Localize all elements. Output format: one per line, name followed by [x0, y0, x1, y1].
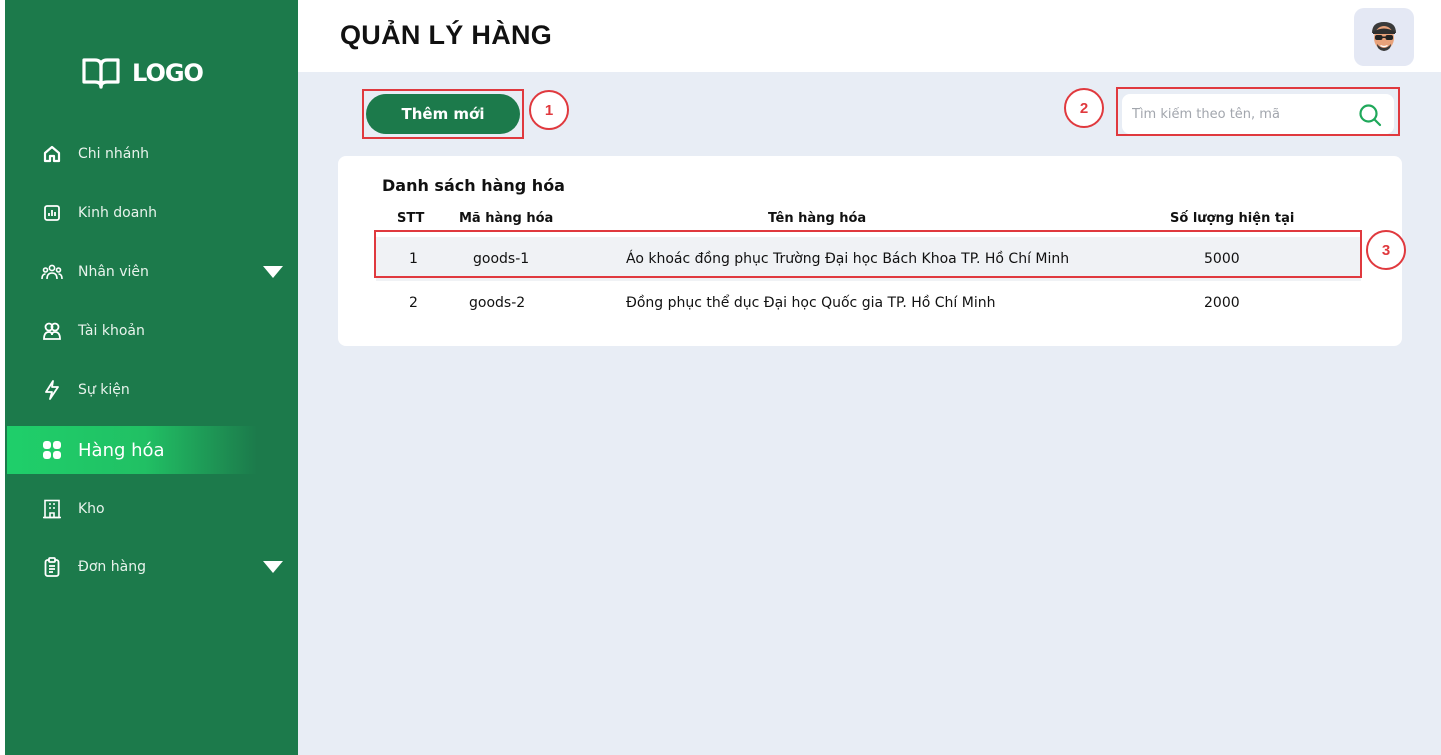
team-icon: [41, 261, 63, 283]
header: QUẢN LÝ HÀNG: [298, 0, 1441, 72]
annotation-box-3: [374, 230, 1362, 278]
column-header-stt: STT: [397, 211, 425, 226]
logo-text: LOGO: [132, 59, 204, 87]
sidebar-item-label: Chi nhánh: [78, 146, 150, 162]
clipboard-icon: [41, 556, 63, 578]
sidebar-item-label: Hàng hóa: [78, 439, 165, 461]
column-header-name: Tên hàng hóa: [768, 211, 867, 226]
search-icon[interactable]: [1358, 103, 1382, 127]
sidebar-item-label: Nhân viên: [78, 264, 149, 280]
table-title: Danh sách hàng hóa: [382, 176, 565, 195]
annotation-badge-2: 2: [1064, 88, 1104, 128]
search-input[interactable]: [1132, 94, 1352, 134]
add-new-button[interactable]: Thêm mới: [366, 94, 520, 134]
caret-down-icon[interactable]: [262, 265, 284, 279]
avatar-icon: [1372, 22, 1396, 51]
page-title: QUẢN LÝ HÀNG: [340, 20, 553, 50]
grid-icon: [41, 439, 63, 461]
building-icon: [41, 498, 63, 520]
cell-name: Đồng phục thể dục Đại học Quốc gia TP. H…: [626, 295, 996, 311]
home-icon: [41, 143, 63, 165]
annotation-badge-3: 3: [1366, 230, 1406, 270]
chart-icon: [41, 202, 63, 224]
cell-stt: 2: [409, 295, 418, 311]
sidebar-item-label: Kho: [78, 501, 105, 517]
caret-down-icon[interactable]: [262, 560, 284, 574]
goods-table-card: Danh sách hàng hóa STT Mã hàng hóa Tên h…: [338, 156, 1402, 346]
main-content: Thêm mới 1 2 Danh sách hàng hóa STT Mã h…: [298, 72, 1441, 755]
sidebar-item-kho[interactable]: Kho: [5, 485, 298, 533]
sidebar-item-kinh-doanh[interactable]: Kinh doanh: [5, 189, 298, 237]
logo[interactable]: LOGO: [81, 56, 204, 90]
sidebar-item-don-hang[interactable]: Đơn hàng: [5, 543, 298, 591]
users-icon: [41, 320, 63, 342]
table-row[interactable]: 2 goods-2 Đồng phục thể dục Đại học Quốc…: [376, 281, 1361, 325]
sidebar-item-label: Kinh doanh: [78, 205, 158, 221]
sidebar-item-label: Đơn hàng: [78, 559, 146, 575]
sidebar-item-chi-nhanh[interactable]: Chi nhánh: [5, 130, 298, 178]
annotation-badge-1: 1: [529, 90, 569, 130]
column-header-quantity: Số lượng hiện tại: [1170, 211, 1295, 226]
avatar[interactable]: [1354, 8, 1414, 66]
sidebar-item-label: Sự kiện: [78, 382, 130, 398]
sidebar-item-su-kien[interactable]: Sự kiện: [5, 366, 298, 414]
sidebar-item-label: Tài khoản: [78, 323, 145, 339]
search-box: [1122, 94, 1394, 134]
cell-code: goods-2: [469, 295, 526, 311]
sidebar-item-tai-khoan[interactable]: Tài khoản: [5, 307, 298, 355]
sidebar: LOGO Chi nhánh Kinh doanh Nhân viên Tài …: [5, 0, 298, 755]
lightning-icon: [41, 379, 63, 401]
sidebar-item-nhan-vien[interactable]: Nhân viên: [5, 248, 298, 296]
column-header-code: Mã hàng hóa: [459, 211, 554, 226]
book-icon: [82, 58, 120, 89]
sidebar-item-hang-hoa[interactable]: Hàng hóa: [7, 426, 257, 474]
cell-quantity: 2000: [1204, 295, 1240, 311]
